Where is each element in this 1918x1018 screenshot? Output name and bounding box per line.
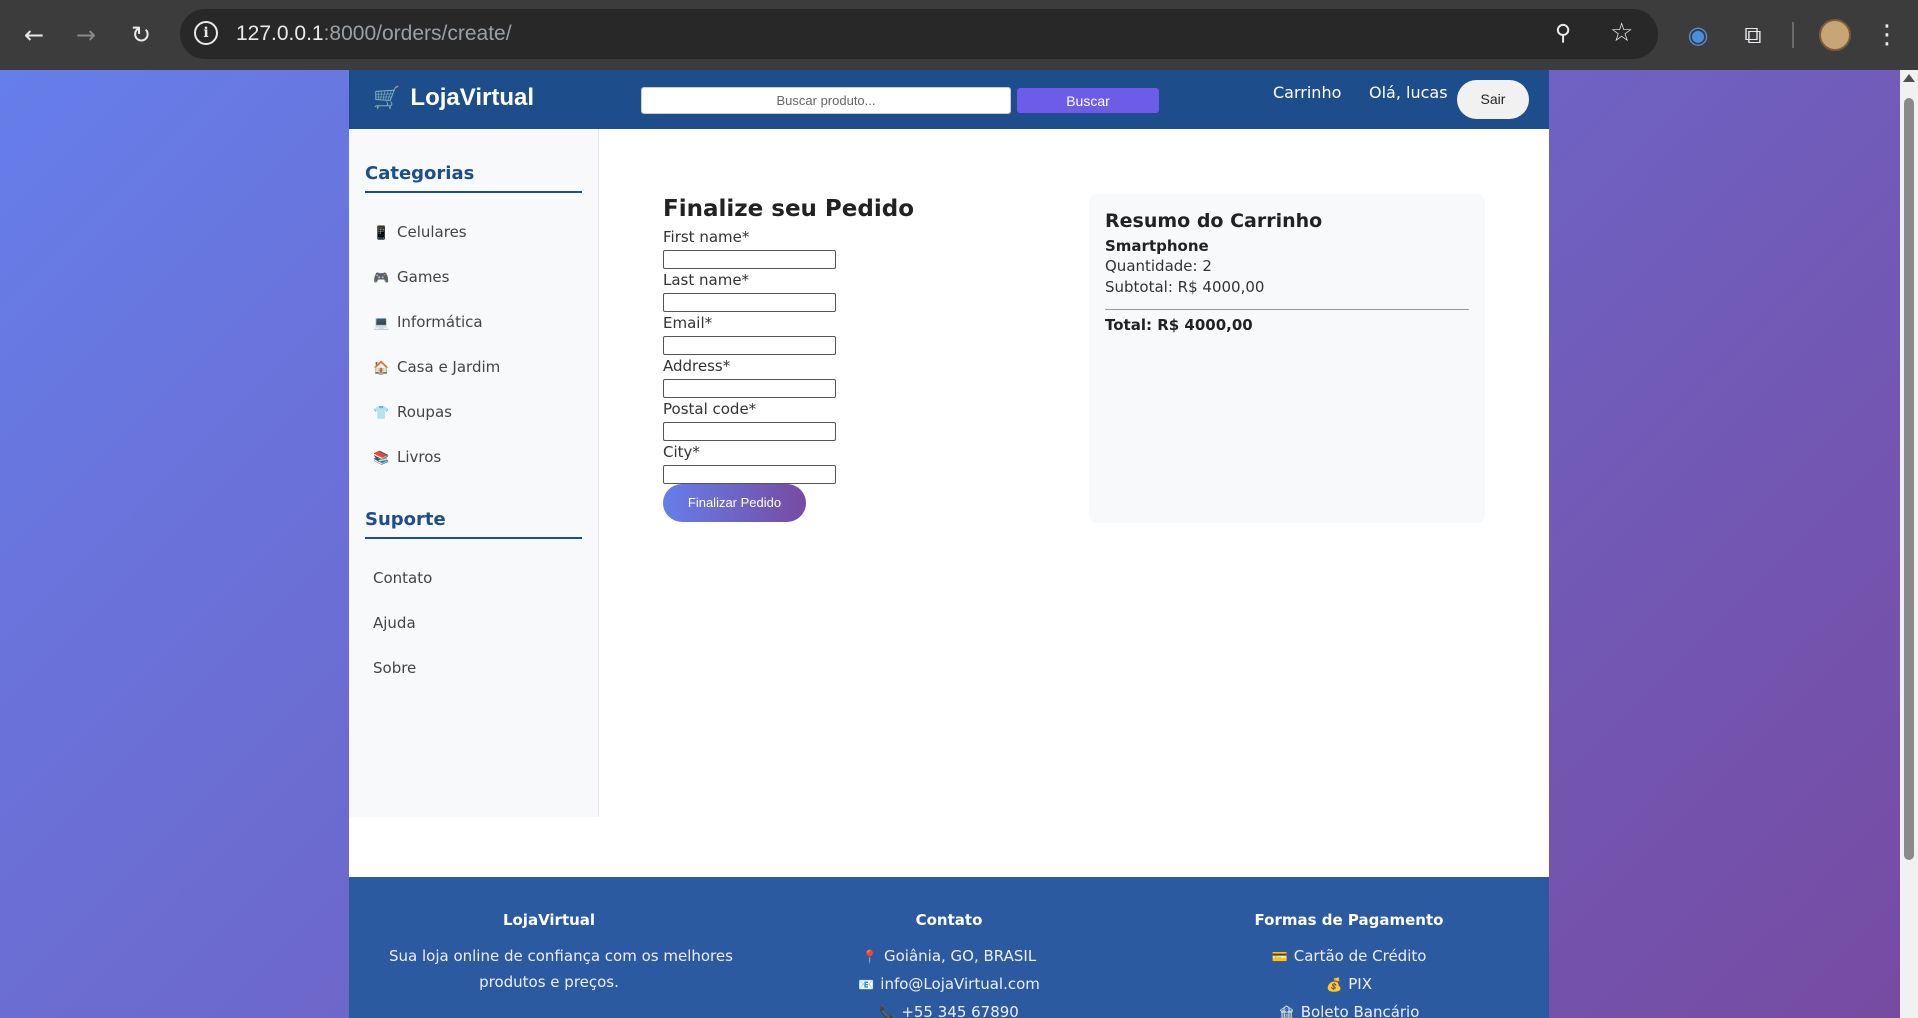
site-info-icon[interactable]: i (194, 21, 218, 45)
payment-credit-card: 💳 Cartão de Crédito (1271, 947, 1427, 965)
cart-icon: 🛒 (373, 85, 401, 110)
logout-button[interactable]: Sair (1457, 80, 1529, 119)
sidebar-item-informatica[interactable]: 💻 Informática (373, 313, 483, 331)
categories-title: Categorias (365, 163, 582, 193)
summary-total: Total: R$ 4000,00 (1105, 316, 1253, 334)
last-name-label: Last name* (663, 271, 750, 289)
submit-order-button[interactable]: Finalizar Pedido (663, 484, 806, 522)
sidebar-item-roupas[interactable]: 👕 Roupas (373, 403, 452, 421)
books-icon: 📚 (373, 451, 390, 466)
sidebar-item-casa-jardim[interactable]: 🏠 Casa e Jardim (373, 358, 500, 376)
address-field[interactable] (663, 379, 836, 398)
back-icon[interactable]: ← (18, 19, 50, 51)
address-bar[interactable]: i 127.0.0.1:8000/orders/create/ ⚲ ☆ (180, 9, 1658, 59)
sidebar-item-livros[interactable]: 📚 Livros (373, 448, 441, 466)
footer-about: LojaVirtual Sua loja online de confiança… (389, 911, 733, 995)
laptop-icon: 💻 (373, 316, 390, 331)
city-field[interactable] (663, 465, 836, 484)
bookmark-star-icon[interactable]: ☆ (1610, 19, 1638, 47)
house-icon: 🏠 (373, 361, 390, 376)
toolbar-divider (1792, 22, 1794, 48)
url-text[interactable]: 127.0.0.1:8000/orders/create/ (236, 22, 512, 46)
summary-divider (1105, 309, 1469, 310)
first-name-label: First name* (663, 228, 750, 246)
money-bag-icon: 💰 (1326, 978, 1343, 993)
payment-pix: 💰 PIX (1326, 975, 1372, 993)
search-button[interactable]: Buscar (1017, 88, 1159, 113)
sidebar: Categorias 📱 Celulares 🎮 Games 💻 Informátic… (349, 129, 599, 817)
summary-title: Resumo do Carrinho (1105, 210, 1323, 232)
sidebar-item-ajuda[interactable]: Ajuda (373, 614, 416, 632)
city-label: City* (663, 443, 700, 461)
zoom-icon[interactable]: ⚲ (1555, 21, 1581, 47)
summary-subtotal: Subtotal: R$ 4000,00 (1105, 278, 1265, 296)
phone-icon: 📞 (879, 1006, 896, 1018)
forward-icon[interactable]: → (70, 19, 102, 51)
page-scrollbar[interactable] (1900, 70, 1918, 1018)
email-icon: 📧 (858, 978, 875, 993)
viewport: 🛒LojaVirtual Buscar Carrinho Olá, lucas … (0, 70, 1900, 1018)
site-logo[interactable]: 🛒 LojaVirtual (373, 84, 534, 112)
gamepad-icon: 🎮 (373, 271, 390, 286)
phone-icon: 📱 (373, 226, 390, 241)
address-label: Address* (663, 357, 731, 375)
email-field[interactable] (663, 336, 836, 355)
first-name-field[interactable] (663, 250, 836, 269)
last-name-field[interactable] (663, 293, 836, 312)
extensions-puzzle-icon[interactable]: ⧉ (1738, 20, 1768, 50)
footer-location: 📍 Goiânia, GO, BRASIL (861, 947, 1037, 965)
reload-icon[interactable]: ↻ (125, 19, 157, 51)
scroll-up-arrow-icon[interactable] (1903, 74, 1915, 82)
footer-phone: 📞 +55 345 67890 (789, 999, 1109, 1018)
bank-icon: 🏦 (1278, 1006, 1295, 1018)
form-title: Finalize seu Pedido (663, 196, 914, 222)
support-title: Suporte (365, 509, 582, 539)
summary-quantity: Quantidade: 2 (1105, 257, 1212, 275)
scroll-thumb[interactable] (1904, 98, 1914, 860)
footer-about-text-1: Sua loja online de confiança com os melh… (389, 947, 733, 965)
browser-toolbar: ← → ↻ i 127.0.0.1:8000/orders/create/ ⚲ … (0, 0, 1918, 70)
site-footer: LojaVirtual Sua loja online de confiança… (349, 877, 1549, 1018)
browser-menu-icon[interactable]: ⋮ (1872, 19, 1902, 51)
summary-product: Smartphone (1105, 237, 1209, 255)
payment-boleto: 🏦 Boleto Bancário (1189, 999, 1509, 1018)
extension-icon[interactable]: ◉ (1683, 20, 1713, 50)
sidebar-item-sobre[interactable]: Sobre (373, 659, 416, 677)
footer-payment: Formas de Pagamento 💳 Cartão de Crédito 💰… (1189, 911, 1509, 1018)
pin-icon: 📍 (861, 950, 878, 965)
postal-code-field[interactable] (663, 422, 836, 441)
user-greeting[interactable]: Olá, lucas (1369, 83, 1448, 102)
cart-summary: Resumo do Carrinho Smartphone Quantidade… (1089, 194, 1485, 523)
footer-contact-title: Contato (915, 911, 983, 929)
postal-code-label: Postal code* (663, 400, 757, 418)
sidebar-item-games[interactable]: 🎮 Games (373, 268, 449, 286)
footer-about-title: LojaVirtual (502, 911, 596, 929)
footer-about-text-2: produtos e preços. (479, 973, 619, 991)
shirt-icon: 👕 (373, 406, 390, 421)
sidebar-item-celulares[interactable]: 📱 Celulares (373, 223, 467, 241)
footer-payment-title: Formas de Pagamento (1254, 911, 1444, 929)
footer-contact: Contato 📍 Goiânia, GO, BRASIL 📧 info@LojaV… (789, 911, 1109, 1018)
site-header: 🛒LojaVirtual Buscar Carrinho Olá, lucas … (349, 70, 1549, 129)
cart-link[interactable]: Carrinho (1273, 83, 1341, 102)
profile-avatar[interactable] (1819, 19, 1851, 51)
credit-card-icon: 💳 (1271, 950, 1288, 965)
footer-email[interactable]: 📧 info@LojaVirtual.com (789, 971, 1109, 999)
search-input[interactable] (641, 87, 1011, 114)
page-container: 🛒LojaVirtual Buscar Carrinho Olá, lucas … (349, 70, 1549, 1018)
email-label: Email* (663, 314, 713, 332)
sidebar-item-contato[interactable]: Contato (373, 569, 432, 587)
